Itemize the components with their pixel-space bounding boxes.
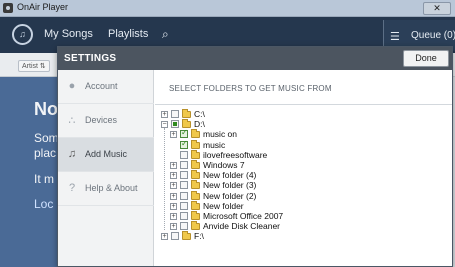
folder-label: Microsoft Office 2007 — [203, 211, 284, 221]
folder-checkbox[interactable] — [171, 110, 179, 118]
folder-label: Anvide Disk Cleaner — [203, 221, 281, 232]
folder-icon — [182, 231, 191, 241]
divider — [155, 104, 452, 105]
folder-icon — [191, 190, 200, 200]
tree-guide-line — [164, 128, 165, 231]
window-close-button[interactable]: ✕ — [423, 2, 451, 15]
help-icon: ? — [68, 182, 76, 194]
folder-checkbox[interactable] — [171, 120, 179, 129]
window-title: OnAir Player — [17, 2, 69, 12]
expand-icon[interactable]: + — [170, 131, 177, 139]
folder-checkbox[interactable] — [180, 139, 188, 149]
queue-icon: ☰ — [390, 31, 400, 43]
folder-label: New folder (3) — [203, 180, 257, 191]
sidebar-item-devices[interactable]: ∴ Devices — [58, 104, 154, 138]
folder-icon — [191, 221, 200, 231]
sidebar-item-label: Account — [85, 81, 118, 91]
window-titlebar: OnAir Player ✕ — [0, 0, 455, 17]
expand-icon[interactable]: + — [170, 202, 177, 210]
folder-checkbox[interactable] — [180, 171, 188, 180]
done-button[interactable]: Done — [403, 50, 449, 67]
queue-label: Queue (0) — [411, 30, 455, 41]
settings-title: SETTINGS — [64, 53, 117, 64]
folder-tree-row[interactable]: + New folder (4) — [161, 170, 401, 181]
folder-label: New folder (4) — [203, 170, 257, 181]
folder-tree-row[interactable]: − D:\ — [161, 119, 401, 130]
folder-icon — [191, 149, 200, 159]
folder-label: ilovefreesoftware — [203, 149, 268, 160]
folder-icon — [191, 129, 200, 139]
settings-sidebar: ● Account ∴ Devices ♫ Add Music ? Help &… — [58, 70, 154, 266]
sidebar-item-help-about[interactable]: ? Help & About — [58, 172, 154, 206]
music-note-icon: ♫ — [67, 148, 77, 160]
sidebar-item-account[interactable]: ● Account — [58, 70, 154, 104]
folder-tree-row[interactable]: + Microsoft Office 2007 — [161, 211, 401, 222]
devices-icon: ∴ — [68, 115, 76, 127]
empty-text-line: It m — [34, 172, 54, 186]
folder-label: New folder (2) — [203, 190, 257, 201]
folder-label: music on — [203, 129, 238, 140]
expand-icon[interactable]: + — [170, 162, 177, 169]
folder-tree-row[interactable]: + New folder (3) — [161, 180, 401, 191]
account-icon: ● — [68, 80, 76, 92]
expand-icon[interactable]: + — [161, 233, 168, 241]
folder-tree-row[interactable]: music — [161, 139, 401, 151]
folder-tree-row[interactable]: + Windows 7 — [161, 160, 401, 171]
folder-checkbox[interactable] — [180, 181, 188, 190]
settings-dialog: SETTINGS Done ● Account ∴ Devices ♫ Add … — [57, 46, 453, 267]
expand-icon[interactable]: + — [161, 111, 168, 118]
sort-artist-button[interactable]: Artist ⇅ — [18, 60, 50, 72]
folder-checkbox[interactable] — [180, 201, 188, 210]
empty-text-line: Som — [34, 131, 59, 145]
expand-icon[interactable]: + — [170, 172, 177, 180]
app-icon — [3, 3, 13, 13]
folder-icon — [182, 119, 191, 129]
folder-tree-row[interactable]: + New folder (2) — [161, 190, 401, 202]
add-music-pane: SELECT FOLDERS TO GET MUSIC FROM + C:\ − D:… — [155, 70, 452, 266]
folder-label: Windows 7 — [203, 160, 245, 170]
folder-label: New folder — [203, 200, 244, 211]
folder-icon — [191, 160, 200, 169]
empty-title: No — [34, 99, 58, 119]
folder-checkbox[interactable] — [180, 128, 188, 139]
sidebar-item-label: Add Music — [85, 149, 128, 159]
empty-text-line: plac — [34, 146, 57, 160]
folder-checkbox[interactable] — [180, 191, 188, 200]
nav-playlists[interactable]: Playlists — [108, 28, 148, 40]
expand-icon[interactable]: + — [170, 192, 177, 200]
folder-icon — [191, 180, 200, 190]
collapse-icon[interactable]: − — [161, 121, 168, 129]
folder-label: F:\ — [194, 231, 204, 242]
search-icon[interactable]: ⌕ — [162, 27, 169, 42]
folder-tree-row[interactable]: + F:\ — [161, 231, 401, 242]
folder-tree-row[interactable]: ilovefreesoftware — [161, 149, 401, 161]
expand-icon[interactable]: + — [170, 213, 177, 220]
pane-heading: SELECT FOLDERS TO GET MUSIC FROM — [169, 84, 332, 93]
folder-checkbox[interactable] — [180, 222, 188, 231]
sidebar-item-label: Devices — [85, 115, 118, 125]
folder-icon — [182, 109, 191, 118]
folder-icon — [191, 200, 200, 210]
sidebar-item-add-music[interactable]: ♫ Add Music — [58, 138, 154, 172]
sidebar-item-label: Help & About — [85, 183, 138, 193]
folder-label: music — [203, 139, 226, 150]
folder-tree-row[interactable]: + music on — [161, 128, 401, 140]
nav-my-songs[interactable]: My Songs — [44, 28, 93, 40]
folder-label: C:\ — [194, 109, 205, 119]
expand-icon[interactable]: + — [170, 223, 177, 231]
folder-label: D:\ — [194, 119, 205, 130]
logo-icon[interactable]: ♫ — [12, 24, 33, 45]
empty-library-panel: No Som plac It m Loc — [0, 77, 59, 267]
settings-header: SETTINGS Done — [58, 47, 452, 70]
expand-icon[interactable]: + — [170, 182, 177, 190]
folder-checkbox[interactable] — [171, 232, 179, 241]
folder-checkbox[interactable] — [180, 161, 188, 169]
folder-icon — [191, 139, 200, 149]
folder-icon — [191, 170, 200, 180]
folder-checkbox[interactable] — [180, 150, 188, 159]
folder-checkbox[interactable] — [180, 212, 188, 220]
folder-icon — [191, 211, 200, 220]
locate-link[interactable]: Loc — [34, 197, 53, 211]
